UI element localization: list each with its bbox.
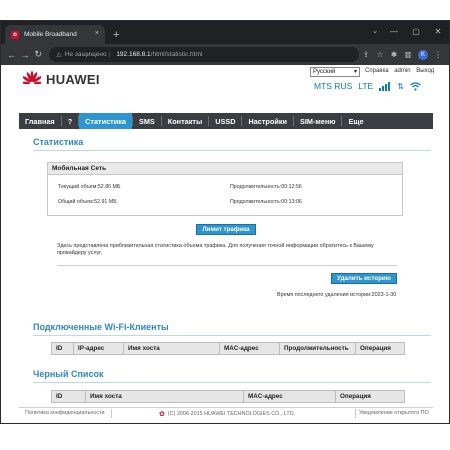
back-icon[interactable]: ← <box>5 50 18 60</box>
language-select[interactable]: Русский <box>310 67 360 77</box>
nav-item-8[interactable]: Еще <box>342 113 369 129</box>
page-title: Статистика <box>33 137 84 147</box>
warning-icon[interactable]: ⚠ <box>56 51 62 59</box>
current-duration: Продолжительность:00:12:56 <box>230 184 302 190</box>
column-header: ID <box>52 343 74 354</box>
nav-item-0[interactable]: Главная <box>19 113 61 129</box>
minimize-icon[interactable]: — <box>383 27 405 36</box>
nav-item-1[interactable]: ? <box>62 113 78 129</box>
wifi-icon <box>410 81 421 91</box>
help-link[interactable]: Справка <box>365 68 389 74</box>
title-underline <box>33 150 431 151</box>
traffic-limit-button[interactable]: Лимит трафика <box>196 224 256 235</box>
tab-search-chevron-icon[interactable]: ⌄ <box>367 27 383 35</box>
operator-name: MTS RUS <box>314 81 353 91</box>
delete-history-button[interactable]: Удалить историю <box>331 273 397 284</box>
blacklist-table-header: ID Имя хоста MAC-адрес Операция <box>51 390 405 403</box>
logout-link[interactable]: Выход <box>416 68 434 74</box>
tab-strip: ✿ Mobile Broadband × + ⌄ — ▢ ✕ <box>1 21 449 44</box>
column-header: ID <box>52 391 86 402</box>
stats-note: Здесь представлена приблизительная стати… <box>57 243 374 256</box>
forward-icon[interactable]: → <box>18 50 31 60</box>
top-links: Справка admin Выход <box>365 68 438 74</box>
copyright: ✿ (C) 2006-2015 HUAWEI TECHNOLOGIES CO.,… <box>159 410 295 418</box>
huawei-small-logo-icon: ✿ <box>159 411 165 418</box>
tab-close-icon[interactable]: × <box>95 30 99 37</box>
blacklist-title: Черный Список <box>33 369 104 379</box>
column-header: IP-адрес <box>74 343 124 354</box>
total-volume: Общий объем:52.91 МБ <box>58 199 117 205</box>
blacklist-title-underline <box>33 382 431 383</box>
wifi-clients-table-header: ID IP-адрес Имя хоста MAC-адрес Продолжитель… <box>51 342 405 355</box>
maximize-icon[interactable]: ▢ <box>405 27 427 36</box>
huawei-logo: HUAWEI <box>23 71 100 87</box>
router-page: HUAWEI Русский Справка admin Выход MTS R… <box>1 65 449 423</box>
column-header: Имя хоста <box>86 391 244 402</box>
nav-item-3[interactable]: SMS <box>133 113 161 129</box>
open-source-link[interactable]: Уведомление открытого ПО <box>359 410 429 416</box>
window-controls: ⌄ — ▢ ✕ <box>367 21 449 41</box>
total-duration: Продолжительность:00:13:06 <box>230 199 302 205</box>
main-nav: Главная? Статистика SMS Контакты USSD Настрой… <box>19 113 433 129</box>
mobile-network-box: Мобильная Сеть Текущий объем:52.86 МБ Пр… <box>47 162 403 216</box>
column-header: Операция <box>360 345 391 352</box>
toolbar-right: ⇪ ☆ ✱ ▥ K ⋮ <box>359 49 445 60</box>
reload-icon[interactable]: ↻ <box>32 49 45 60</box>
huawei-favicon-icon: ✿ <box>11 30 19 39</box>
column-header: Продолжительность <box>280 343 356 354</box>
nav-item-2[interactable]: Статистика <box>79 113 132 129</box>
url-host: 192.168.8.1 <box>116 51 151 58</box>
network-type: LTE <box>358 81 374 91</box>
not-secure-label: Не защищено <box>64 51 107 58</box>
wifi-clients-title: Подключенные Wi-Fi-Клиенты <box>33 322 169 332</box>
tab-title: Mobile Broadband <box>24 31 77 38</box>
copyright-text: (C) 2006-2015 HUAWEI TECHNOLOGIES CO., L… <box>167 411 296 417</box>
column-header: MAC-адрес <box>220 343 280 354</box>
profile-avatar[interactable]: K <box>418 49 428 60</box>
page-header: HUAWEI Русский Справка admin Выход MTS R… <box>1 65 449 95</box>
address-bar[interactable]: ⚠ Не защищено | 192.168.8.1/html/statist… <box>48 47 359 62</box>
extensions-icon[interactable]: ✱ <box>387 50 401 59</box>
last-delete-time: Время последнего удаления истории:2023-1… <box>277 292 397 298</box>
column-header: Имя хоста <box>124 343 220 354</box>
mobile-network-title: Мобильная Сеть <box>48 163 402 175</box>
browser-window: ✿ Mobile Broadband × + ⌄ — ▢ ✕ ← → ↻ ⚠ Н… <box>0 20 450 424</box>
share-icon[interactable]: ⇪ <box>359 50 373 59</box>
column-header: MAC-адрес <box>244 391 336 402</box>
status-area: MTS RUS LTE ⇅ <box>314 81 421 91</box>
nav-item-4[interactable]: Контакты <box>162 113 208 129</box>
menu-kebab-icon[interactable]: ⋮ <box>431 50 445 59</box>
divider <box>57 265 397 266</box>
signal-bars-icon <box>379 81 391 91</box>
url-path: /html/statistic.html <box>150 51 203 58</box>
user-name: admin <box>394 68 411 74</box>
side-panel-icon[interactable]: ▥ <box>401 50 415 59</box>
huawei-petal-icon <box>23 71 41 85</box>
privacy-link[interactable]: Политика конфиденциальности <box>25 410 105 416</box>
nav-item-5[interactable]: USSD <box>209 113 241 129</box>
address-toolbar: ← → ↻ ⚠ Не защищено | 192.168.8.1/html/s… <box>1 44 449 65</box>
new-tab-button[interactable]: + <box>113 29 119 41</box>
browser-tab[interactable]: ✿ Mobile Broadband × <box>5 25 105 44</box>
current-volume: Текущий объем:52.86 МБ <box>58 184 121 190</box>
wifi-title-underline <box>33 335 431 336</box>
bookmark-star-icon[interactable]: ☆ <box>373 50 387 59</box>
column-header: Операция <box>340 393 371 400</box>
nav-item-7[interactable]: SIM-меню <box>294 113 342 129</box>
close-window-icon[interactable]: ✕ <box>427 27 449 36</box>
data-transfer-icon: ⇅ <box>397 81 404 91</box>
brand-name: HUAWEI <box>46 71 100 87</box>
page-footer: Политика конфиденциальности ✿ (C) 2006-2… <box>19 407 433 419</box>
nav-item-6[interactable]: Настройки <box>242 113 293 129</box>
